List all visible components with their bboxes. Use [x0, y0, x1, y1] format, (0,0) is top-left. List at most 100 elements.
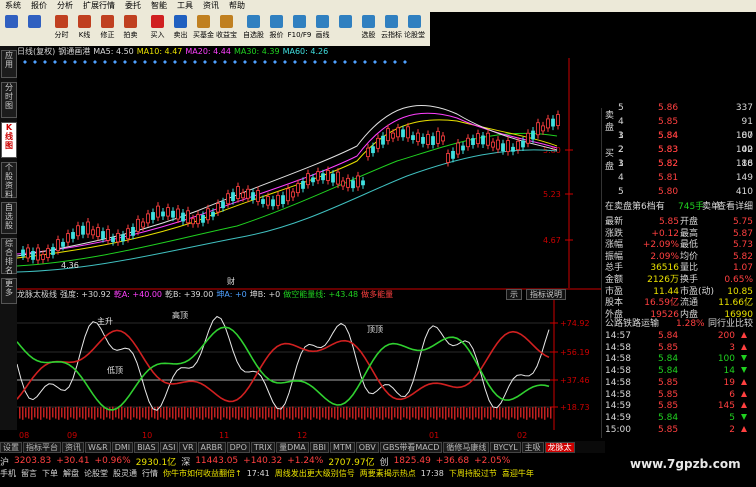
- indicator-tab[interactable]: BIAS: [134, 441, 159, 453]
- cy-change: +36.68: [435, 456, 470, 466]
- queue-detail-link[interactable]: 查看详细: [717, 201, 753, 213]
- candle-body: [156, 205, 160, 218]
- side-tab[interactable]: 个股资料: [1, 162, 17, 199]
- toolbar-button[interactable]: [0, 12, 23, 46]
- ind-bar: [268, 407, 270, 418]
- quote-row: 在卖盘第6档有 745手 卖单 查看详细: [602, 201, 756, 213]
- indicator-tab[interactable]: 设置: [0, 441, 22, 453]
- menu-item[interactable]: 扩展行情: [78, 0, 120, 12]
- indicator-tab[interactable]: 量DMA: [276, 441, 309, 453]
- indicator-tab[interactable]: 循修马康线: [443, 441, 490, 453]
- news-link[interactable]: 下周持股过节: [449, 468, 497, 479]
- tick-time: 15:00: [605, 424, 631, 435]
- sz-percent: +1.24%: [287, 456, 324, 466]
- toolbar-button[interactable]: 论股堂: [403, 12, 426, 46]
- side-tab[interactable]: K线图: [1, 122, 17, 158]
- menu-item[interactable]: 系统: [0, 0, 26, 12]
- sz-index[interactable]: 11443.05: [195, 456, 238, 466]
- toolbar-button[interactable]: 选股: [357, 12, 380, 46]
- toolbar-button[interactable]: F10/F9: [288, 12, 311, 46]
- indicator-tab[interactable]: DPO: [226, 441, 250, 453]
- status-item[interactable]: 留言: [21, 468, 37, 479]
- side-tab[interactable]: 自选股: [1, 202, 17, 234]
- status-item[interactable]: 股灵通: [113, 468, 137, 479]
- menu-item[interactable]: 委托: [120, 0, 146, 12]
- indicator-tab[interactable]: GBS带看MACD: [379, 441, 443, 453]
- menu-item[interactable]: 资讯: [198, 0, 224, 12]
- menu-item[interactable]: 分析: [52, 0, 78, 12]
- cy-index[interactable]: 1825.49: [394, 456, 431, 466]
- indicator-tab[interactable]: 资讯: [62, 441, 84, 453]
- toolbar-button[interactable]: 画线: [311, 12, 334, 46]
- indicator-tab[interactable]: 指标平台: [23, 441, 61, 453]
- arrow-up-icon: [741, 378, 747, 385]
- news-link[interactable]: 你牛市如何收益翻倍↑: [163, 468, 242, 479]
- toolbar-button[interactable]: 卖出: [169, 12, 192, 46]
- ind-bar: [286, 407, 288, 418]
- ind-bar: [49, 406, 51, 420]
- tick-volume: 6: [729, 389, 735, 400]
- indicator-help-button[interactable]: 指标说明: [526, 289, 566, 300]
- ask-volume: 337: [735, 103, 753, 113]
- price-label: 4.67: [543, 236, 561, 245]
- stat-value: 5.85: [658, 217, 679, 227]
- indicator-tab[interactable]: W&R: [85, 441, 111, 453]
- bid-level: 1: [618, 131, 624, 141]
- status-item[interactable]: 下单: [42, 468, 58, 479]
- toolbar-button[interactable]: 云指标: [380, 12, 403, 46]
- status-item[interactable]: 解盘: [63, 468, 79, 479]
- sh-index[interactable]: 3203.83: [14, 456, 51, 466]
- menu-item[interactable]: 帮助: [224, 0, 250, 12]
- news-link[interactable]: 喜迎牛年: [502, 468, 534, 479]
- indicator-tab[interactable]: VR: [179, 441, 197, 453]
- quote-row: 振幅 2.09% 均价 5.82: [602, 251, 756, 263]
- menu-item[interactable]: 工具: [172, 0, 198, 12]
- status-item[interactable]: 行情: [142, 468, 158, 479]
- toolbar-button[interactable]: 买基金: [192, 12, 215, 46]
- side-tab[interactable]: 应用: [1, 50, 17, 78]
- indicator-show-button[interactable]: 示: [506, 289, 522, 300]
- indicator-tab[interactable]: BYCYL: [490, 441, 521, 453]
- toolbar-button[interactable]: [23, 12, 46, 46]
- toolbar-button[interactable]: 拍卖: [119, 12, 142, 46]
- side-tab[interactable]: 更多: [1, 278, 17, 304]
- news-link[interactable]: 周线发出更大级别信号: [275, 468, 355, 479]
- indicator-tab[interactable]: OBV: [355, 441, 379, 453]
- sh-label: 沪: [0, 457, 10, 468]
- indicator-tab[interactable]: BBI: [309, 441, 330, 453]
- toolbar-button[interactable]: [334, 12, 357, 46]
- indicator-tab[interactable]: 主吸: [521, 441, 544, 453]
- stat-value: 11.44: [653, 286, 679, 297]
- sector-name[interactable]: 公路铁路运输: [605, 318, 659, 330]
- toolbar-button[interactable]: 修正: [96, 12, 119, 46]
- ind-bar: [316, 407, 318, 419]
- news-link[interactable]: 两要素揭示热点: [360, 468, 416, 479]
- toolbar-button[interactable]: 分时: [50, 12, 73, 46]
- indicator-tab[interactable]: ASI: [159, 441, 179, 453]
- period-label[interactable]: 日线(复权): [17, 46, 55, 57]
- toolbar-button[interactable]: 买入: [146, 12, 169, 46]
- toolbar-button[interactable]: 报价: [265, 12, 288, 46]
- toolbar: 分时 K线 修正 拍卖 买入 卖出 买基金 收益宝 自选股 报价 F10/F9 画线 选股 云指标 论股堂: [0, 12, 430, 46]
- indicator-tab[interactable]: ARBR: [197, 441, 226, 453]
- indicator-name[interactable]: 龙脉太极线: [17, 289, 57, 300]
- indicator-tab[interactable]: TRIX: [250, 441, 276, 453]
- tick-price: 5.84: [658, 366, 679, 377]
- toolbar-button[interactable]: K线: [73, 12, 96, 46]
- menu-item[interactable]: 智能: [146, 0, 172, 12]
- candle-body: [91, 229, 95, 236]
- status-item[interactable]: 论股堂: [84, 468, 108, 479]
- toolbar-label: K线: [78, 31, 91, 39]
- side-tab[interactable]: 分时图: [1, 82, 17, 118]
- toolbar-button[interactable]: 收益宝: [215, 12, 238, 46]
- ind-bar: [538, 407, 540, 418]
- sector-compare-link[interactable]: 同行业比较: [708, 318, 753, 330]
- indicator-tab[interactable]: 龙脉太: [544, 441, 575, 453]
- candle-body: [211, 211, 215, 217]
- side-tab[interactable]: 综合排名: [1, 238, 17, 275]
- toolbar-button[interactable]: 自选股: [242, 12, 265, 46]
- menu-item[interactable]: 报价: [26, 0, 52, 12]
- status-item[interactable]: 手机: [0, 468, 16, 479]
- indicator-tab[interactable]: DMI: [111, 441, 134, 453]
- indicator-tab[interactable]: MTM: [330, 441, 355, 453]
